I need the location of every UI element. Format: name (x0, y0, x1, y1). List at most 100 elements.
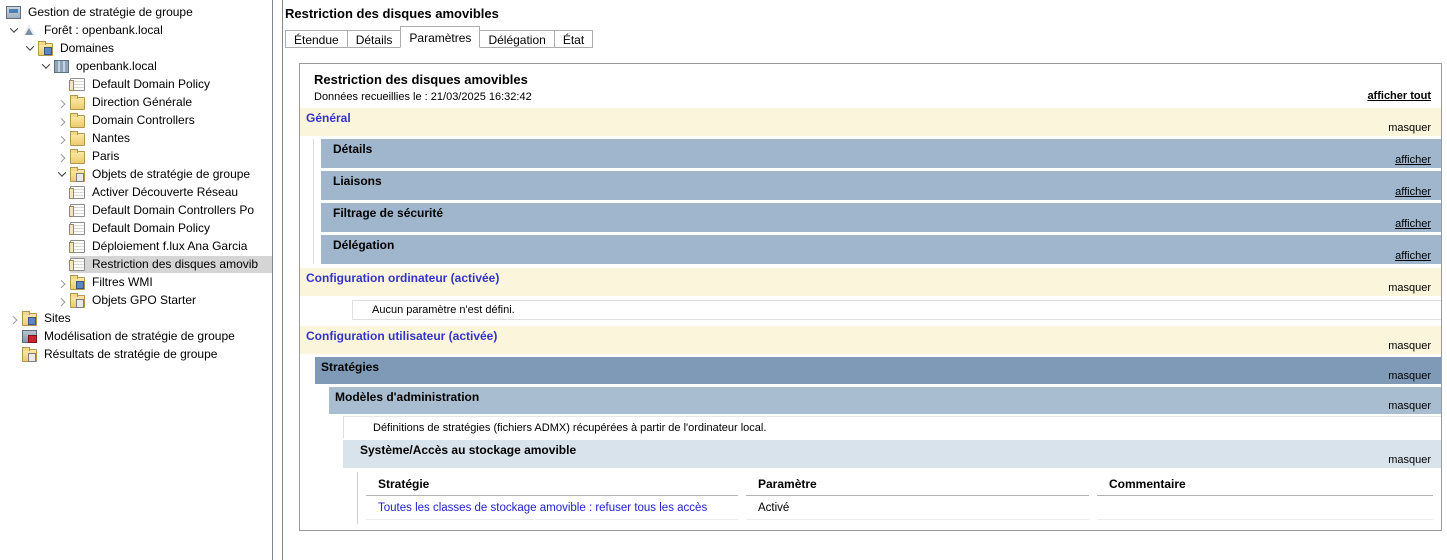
policy-setting-comment (1097, 496, 1433, 520)
chevron-down-icon[interactable] (54, 171, 70, 177)
tab-etat[interactable]: État (554, 30, 593, 48)
tree-item-gpo-default-domain-policy[interactable]: Default Domain Policy (0, 219, 272, 237)
chevron-right-icon[interactable] (54, 117, 70, 123)
section-user-config: Configuration utilisateur (activée) masq… (300, 326, 1441, 354)
gpo-icon (70, 222, 85, 235)
tree-item-modeling[interactable]: Modélisation de stratégie de groupe (0, 327, 272, 345)
modeling-icon (22, 330, 37, 343)
chevron-right-icon[interactable] (54, 99, 70, 105)
show-all-link[interactable]: afficher tout (1367, 90, 1431, 102)
tree-item-wmi-filters[interactable]: Filtres WMI (0, 273, 272, 291)
tree-item-gpo-default-dc-policy[interactable]: Default Domain Controllers Po (0, 201, 272, 219)
gpo-icon (70, 186, 85, 199)
forest-icon (22, 24, 37, 37)
tree-item-sites[interactable]: Sites (0, 309, 272, 327)
subsection-strategies: Stratégies masquer (315, 357, 1441, 384)
tab-etendue[interactable]: Étendue (285, 30, 348, 48)
settings-report: Restriction des disques amovibles Donnée… (299, 63, 1442, 531)
chevron-right-icon[interactable] (6, 315, 22, 321)
column-header-parametre: Paramètre (746, 472, 1089, 496)
admx-definitions-note: Définitions de stratégies (fichiers ADMX… (343, 416, 1441, 438)
tab-details[interactable]: Détails (347, 30, 402, 48)
show-link[interactable]: afficher (1395, 154, 1431, 166)
gpo-icon (70, 204, 85, 217)
tree-item-domain-openbank[interactable]: openbank.local (0, 57, 272, 75)
chevron-right-icon[interactable] (54, 297, 70, 303)
table-row: Toutes les classes de stockage amovible … (366, 496, 1433, 520)
subsection-filtrage: Filtrage de sécurité afficher (321, 203, 1441, 232)
domains-folder-icon (38, 43, 53, 56)
hide-link[interactable]: masquer (1388, 122, 1431, 134)
policy-setting-state: Activé (746, 496, 1089, 520)
report-collected-timestamp: Données recueillies le : 21/03/2025 16:3… (314, 91, 1429, 103)
sites-folder-icon (22, 313, 37, 326)
gpmc-window: Gestion de stratégie de groupe Forêt : o… (0, 0, 1447, 560)
section-general: Général masquer (300, 108, 1441, 136)
gpo-icon (70, 78, 85, 91)
show-link[interactable]: afficher (1395, 218, 1431, 230)
hide-link[interactable]: masquer (1388, 454, 1431, 466)
section-computer-title: Configuration ordinateur (activée) (300, 268, 499, 285)
ou-folder-icon (70, 97, 85, 110)
tree-item-gpo-restriction-disques[interactable]: Restriction des disques amovib (0, 255, 272, 273)
chevron-right-icon[interactable] (54, 135, 70, 141)
policy-setting-link[interactable]: Toutes les classes de stockage amovible … (366, 496, 738, 520)
ou-folder-icon (70, 151, 85, 164)
ou-folder-icon (70, 115, 85, 128)
ou-folder-icon (70, 133, 85, 146)
domain-icon (54, 60, 69, 73)
tree-item-ou-nantes[interactable]: Nantes (0, 129, 272, 147)
tree-item-results[interactable]: Résultats de stratégie de groupe (0, 345, 272, 363)
tree-item-forest[interactable]: Forêt : openbank.local (0, 21, 272, 39)
tree-item-root[interactable]: Gestion de stratégie de groupe (0, 3, 272, 21)
subsection-removable-storage: Système/Accès au stockage amovible masqu… (343, 440, 1441, 468)
page-title: Restriction des disques amovibles (285, 6, 1447, 21)
gpo-icon (70, 258, 85, 271)
hide-link[interactable]: masquer (1388, 370, 1431, 382)
section-computer-config: Configuration ordinateur (activée) masqu… (300, 268, 1441, 296)
gpo-container-folder-icon (70, 169, 85, 182)
settings-table: Stratégie Paramètre Commentaire Toutes l… (358, 472, 1441, 520)
hide-link[interactable]: masquer (1388, 282, 1431, 294)
hide-link[interactable]: masquer (1388, 400, 1431, 412)
starter-gpo-folder-icon (70, 295, 85, 308)
tab-parametres[interactable]: Paramètres (400, 26, 480, 48)
subsection-details: Détails afficher (321, 139, 1441, 168)
tab-delegation[interactable]: Délégation (479, 30, 554, 48)
chevron-down-icon[interactable] (22, 45, 38, 51)
chevron-right-icon[interactable] (54, 153, 70, 159)
detail-pane: Restriction des disques amovibles Étendu… (283, 0, 1447, 560)
tab-strip: Étendue Détails Paramètres Délégation Ét… (285, 26, 1447, 48)
subsection-liaisons: Liaisons afficher (321, 171, 1441, 200)
computer-config-empty-text: Aucun paramètre n'est défini. (352, 300, 1441, 320)
subsection-admin-templates: Modèles d'administration masquer (329, 387, 1441, 414)
tree-item-domains[interactable]: Domaines (0, 39, 272, 57)
chevron-right-icon[interactable] (54, 279, 70, 285)
console-icon (6, 6, 21, 19)
hide-link[interactable]: masquer (1388, 340, 1431, 352)
column-header-commentaire: Commentaire (1097, 472, 1433, 496)
report-header: Restriction des disques amovibles Donnée… (300, 64, 1441, 108)
general-subsections: Détails afficher Liaisons afficher Filtr… (313, 139, 1441, 264)
tree-item-gpo-deploiement-flux[interactable]: Déploiement f.lux Ana Garcia (0, 237, 272, 255)
tree-item-gpo-activer-decouverte[interactable]: Activer Découverte Réseau (0, 183, 272, 201)
section-general-title: Général (300, 108, 351, 125)
chevron-down-icon[interactable] (6, 27, 22, 33)
gpo-icon (70, 240, 85, 253)
results-folder-icon (22, 349, 37, 362)
tree-item-default-domain-policy-link[interactable]: Default Domain Policy (0, 75, 272, 93)
tree-item-ou-direction-generale[interactable]: Direction Générale (0, 93, 272, 111)
wmi-folder-icon (70, 277, 85, 290)
show-link[interactable]: afficher (1395, 250, 1431, 262)
panel-splitter[interactable] (273, 0, 283, 560)
console-tree-panel: Gestion de stratégie de groupe Forêt : o… (0, 0, 273, 560)
tree-item-ou-paris[interactable]: Paris (0, 147, 272, 165)
tree-item-gpo-container[interactable]: Objets de stratégie de groupe (0, 165, 272, 183)
tree-item-starter-gpos[interactable]: Objets GPO Starter (0, 291, 272, 309)
section-user-title: Configuration utilisateur (activée) (300, 326, 497, 343)
show-link[interactable]: afficher (1395, 186, 1431, 198)
chevron-down-icon[interactable] (38, 63, 54, 69)
report-title: Restriction des disques amovibles (314, 72, 1429, 87)
column-header-strategie: Stratégie (366, 472, 738, 496)
tree-item-ou-domain-controllers[interactable]: Domain Controllers (0, 111, 272, 129)
